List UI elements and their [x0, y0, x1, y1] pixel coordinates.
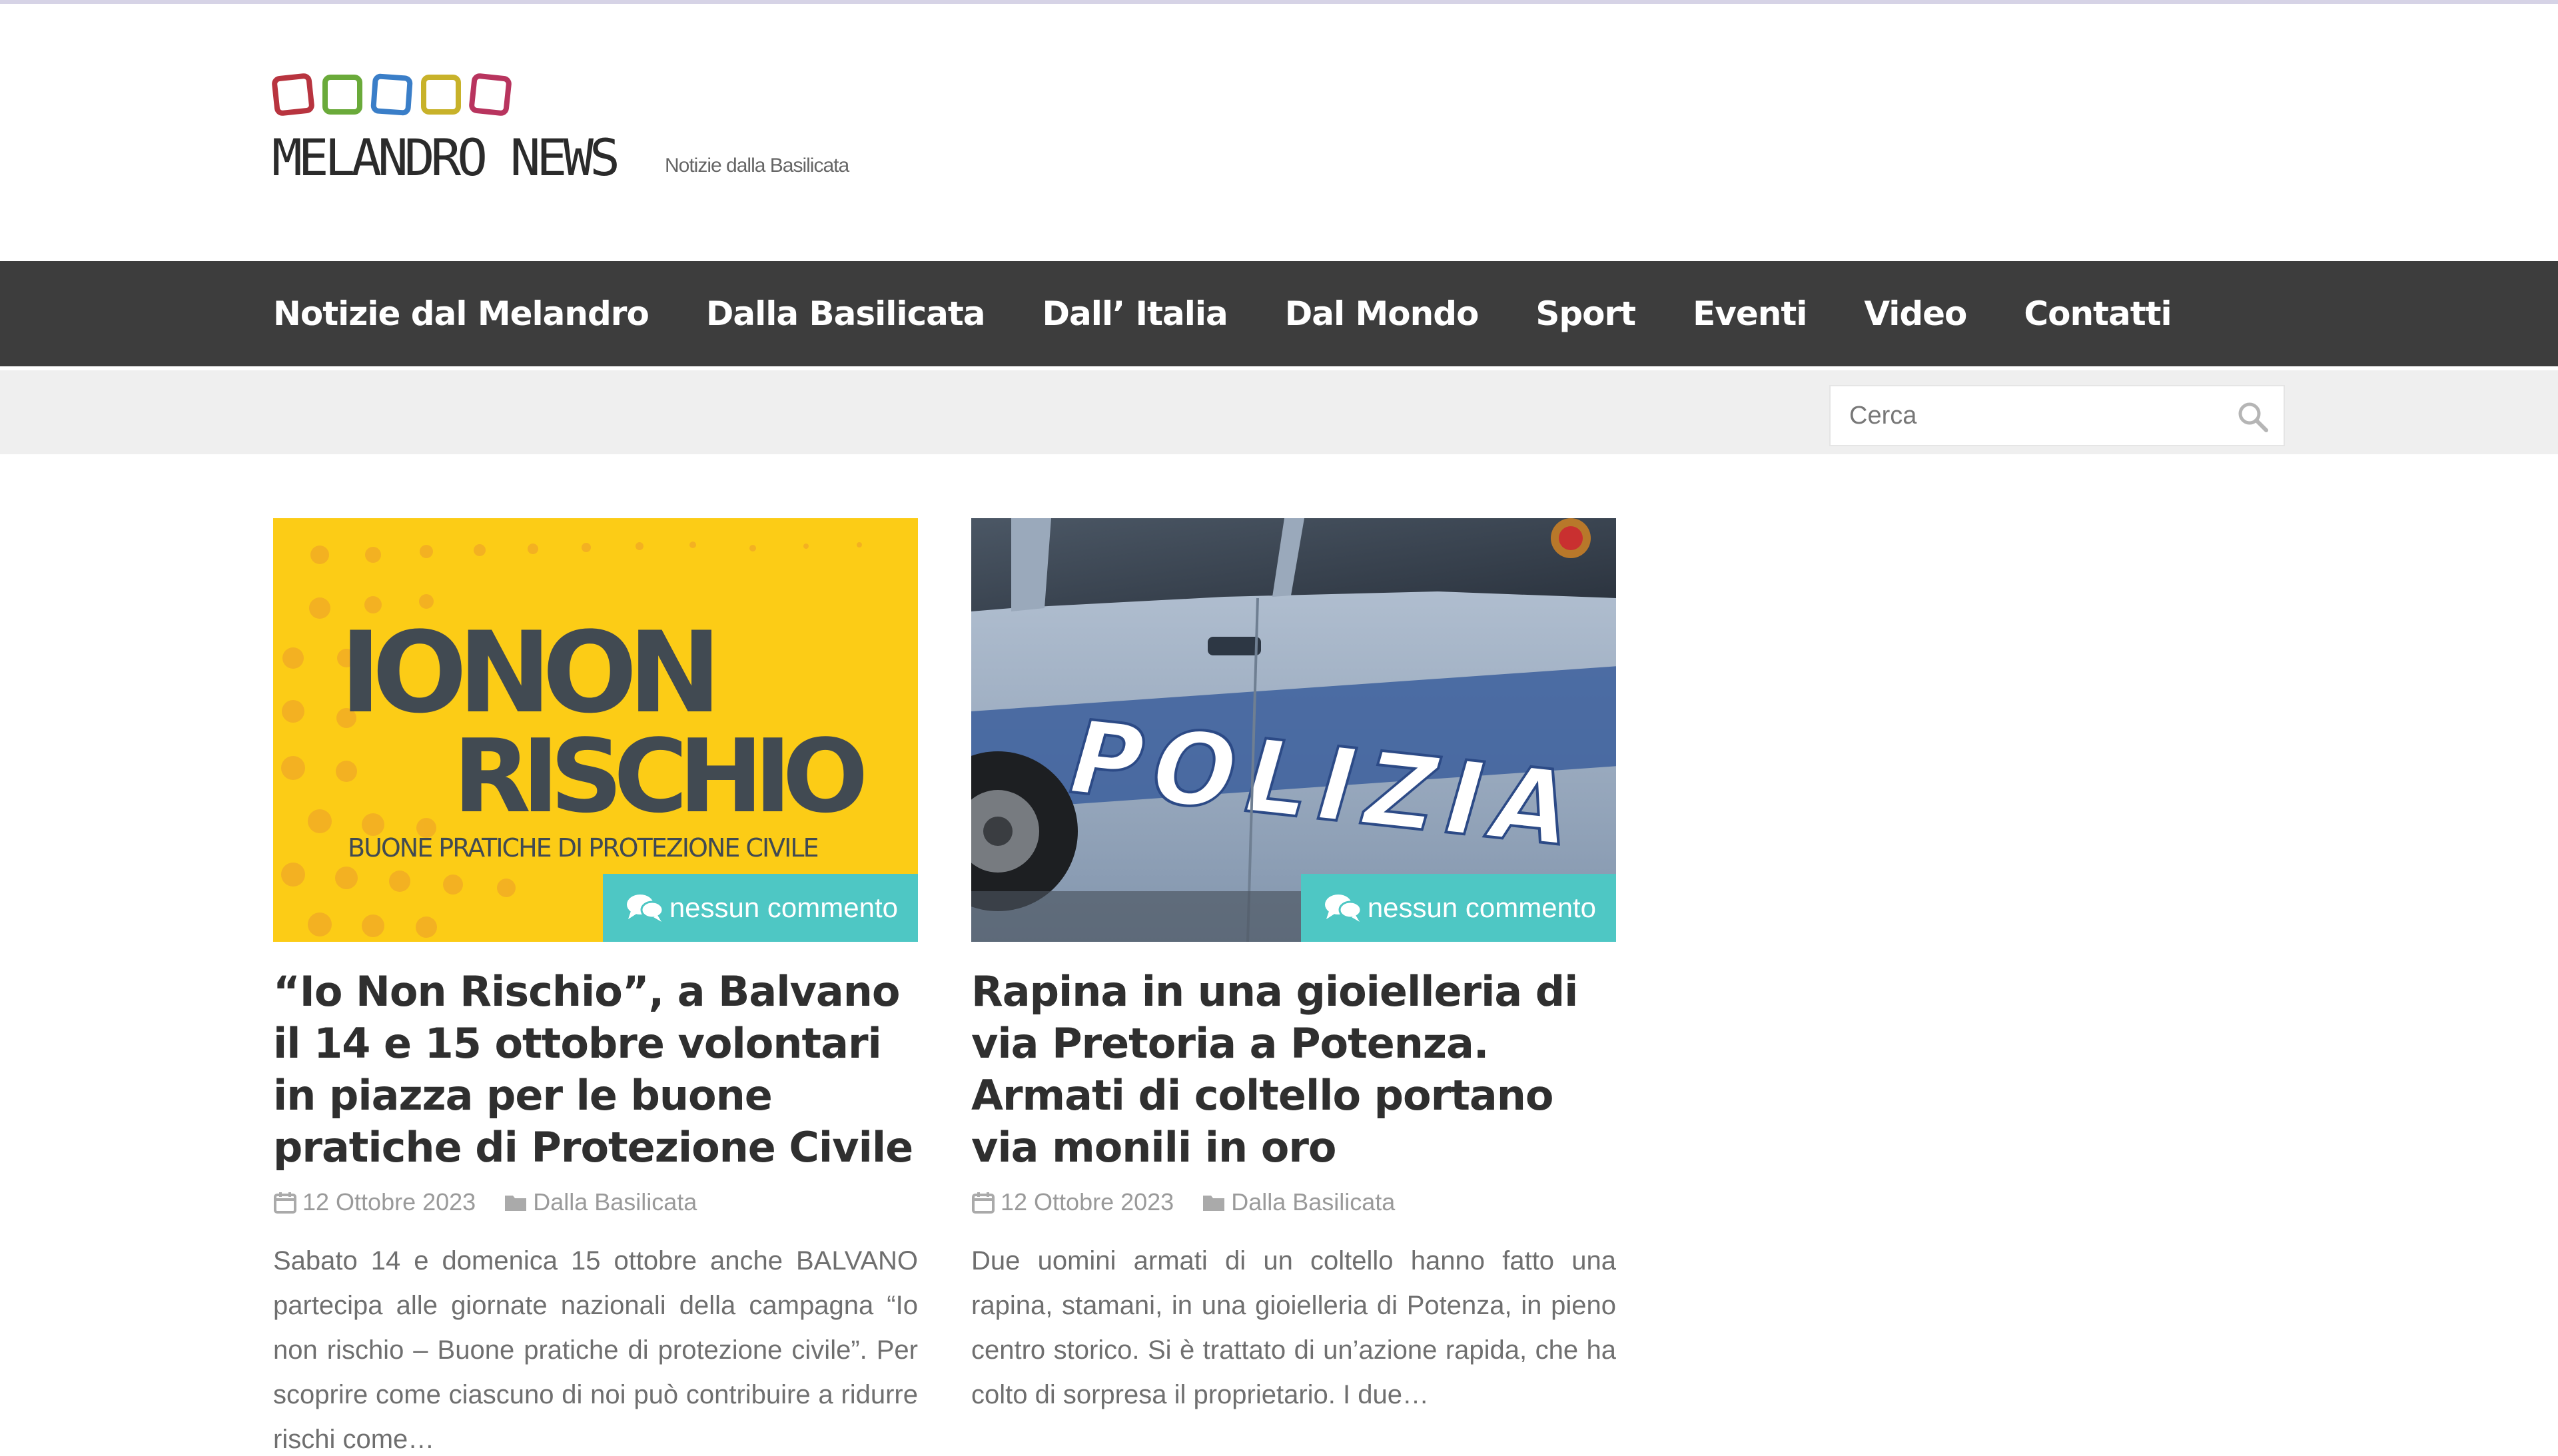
search-input[interactable]: [1831, 386, 2230, 445]
site-tagline: Notizie dalla Basilicata: [665, 155, 849, 177]
article-card: IONON RISCHIO BUONE PRATICHE DI PROTEZIO…: [273, 518, 918, 1456]
image-text-subtitle: BUONE PRATICHE DI PROTEZIONE CIVILE: [348, 833, 818, 863]
calendar-icon: [274, 1192, 296, 1214]
nav-list: Notizie dal Melandro Dalla Basilicata Da…: [273, 261, 2229, 366]
image-text-line2: RISCHIO: [453, 717, 863, 835]
nav-item-notizie-dal-melandro[interactable]: Notizie dal Melandro: [273, 294, 649, 333]
nav-item-dall-italia[interactable]: Dall’ Italia: [1043, 294, 1228, 333]
page: MELANDRO NEWS Notizie dalla Basilicata N…: [0, 0, 2558, 1456]
nav-item-sport[interactable]: Sport: [1535, 294, 1636, 333]
site-logo[interactable]: MELANDRO NEWS Notizie dalla Basilicata: [271, 69, 911, 189]
article-date: 12 Ottobre 2023: [1001, 1188, 1174, 1216]
logo-square-green: [322, 75, 362, 115]
folder-icon: [1203, 1196, 1225, 1211]
nav-item-contatti[interactable]: Contatti: [2024, 294, 2172, 333]
comments-count: nessun commento: [1367, 892, 1596, 923]
main-nav: Notizie dal Melandro Dalla Basilicata Da…: [0, 261, 2558, 366]
article-meta: 12 Ottobre 2023 Dalla Basilicata: [971, 1186, 1616, 1219]
nav-item-video[interactable]: Video: [1864, 294, 1967, 333]
comments-icon: [626, 895, 664, 922]
nav-item-eventi[interactable]: Eventi: [1693, 294, 1807, 333]
article-excerpt: Sabato 14 e domenica 15 ottobre anche BA…: [273, 1246, 918, 1454]
logo-square-yellow: [421, 75, 461, 115]
article-category[interactable]: Dalla Basilicata: [1231, 1188, 1395, 1216]
article-thumbnail[interactable]: POLIZIA nessun commento: [971, 518, 1616, 942]
comments-count: nessun commento: [669, 892, 898, 923]
article-thumbnail[interactable]: IONON RISCHIO BUONE PRATICHE DI PROTEZIO…: [273, 518, 918, 942]
nav-item-dal-mondo[interactable]: Dal Mondo: [1285, 294, 1480, 333]
folder-icon: [505, 1196, 527, 1211]
article-date: 12 Ottobre 2023: [302, 1188, 476, 1216]
search-box: [1829, 385, 2285, 446]
article-meta: 12 Ottobre 2023 Dalla Basilicata: [273, 1186, 918, 1219]
article-category[interactable]: Dalla Basilicata: [533, 1188, 697, 1216]
calendar-icon: [972, 1192, 995, 1214]
comments-badge[interactable]: nessun commento: [602, 874, 918, 942]
logo-square-pink: [468, 73, 512, 117]
search-icon[interactable]: [2236, 400, 2270, 434]
top-border: [0, 0, 2558, 4]
comments-icon: [1324, 895, 1362, 922]
nav-item-dalla-basilicata[interactable]: Dalla Basilicata: [706, 294, 986, 333]
site-name: MELANDRO NEWS: [272, 128, 620, 187]
article-card: POLIZIA nessun commento Rapina in una gi…: [971, 518, 1616, 1444]
logo-squares-icon: [271, 69, 526, 123]
logo-square-red: [271, 73, 315, 117]
search-strip: [0, 370, 2558, 454]
article-excerpt: Due uomini armati di un coltello hanno f…: [971, 1246, 1616, 1409]
article-title[interactable]: “Io Non Rischio”, a Balvano il 14 e 15 o…: [273, 966, 918, 1174]
article-title[interactable]: Rapina in una gioielleria di via Pretori…: [971, 966, 1616, 1174]
logo-square-blue: [370, 73, 414, 117]
comments-badge[interactable]: nessun commento: [1300, 874, 1616, 942]
